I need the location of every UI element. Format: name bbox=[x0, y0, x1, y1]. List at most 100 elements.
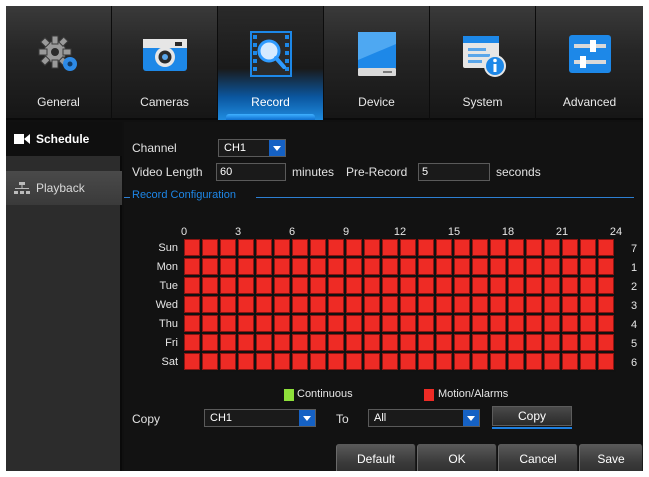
schedule-cell[interactable] bbox=[310, 315, 326, 332]
schedule-cell[interactable] bbox=[598, 334, 614, 351]
tab-device[interactable]: Device bbox=[324, 6, 430, 120]
schedule-cell[interactable] bbox=[544, 334, 560, 351]
schedule-cell[interactable] bbox=[436, 258, 452, 275]
tab-record[interactable]: Record bbox=[218, 6, 324, 120]
schedule-cell[interactable] bbox=[454, 353, 470, 370]
video-length-field[interactable]: 60 bbox=[216, 163, 286, 181]
schedule-cell[interactable] bbox=[382, 258, 398, 275]
schedule-cell[interactable] bbox=[346, 239, 362, 256]
schedule-cell[interactable] bbox=[292, 258, 308, 275]
schedule-cell[interactable] bbox=[382, 296, 398, 313]
schedule-cell[interactable] bbox=[562, 334, 578, 351]
schedule-cell[interactable] bbox=[400, 353, 416, 370]
schedule-cell[interactable] bbox=[490, 239, 506, 256]
schedule-cell[interactable] bbox=[184, 334, 200, 351]
schedule-cell[interactable] bbox=[598, 315, 614, 332]
schedule-cell[interactable] bbox=[382, 334, 398, 351]
schedule-cell[interactable] bbox=[274, 334, 290, 351]
schedule-cell[interactable] bbox=[382, 239, 398, 256]
schedule-cell[interactable] bbox=[220, 315, 236, 332]
schedule-cell[interactable] bbox=[508, 315, 524, 332]
schedule-cell[interactable] bbox=[328, 353, 344, 370]
schedule-cell[interactable] bbox=[418, 258, 434, 275]
schedule-cell[interactable] bbox=[508, 353, 524, 370]
schedule-cell[interactable] bbox=[598, 258, 614, 275]
schedule-cell[interactable] bbox=[580, 315, 596, 332]
schedule-cell[interactable] bbox=[490, 258, 506, 275]
schedule-cell[interactable] bbox=[274, 315, 290, 332]
schedule-cell[interactable] bbox=[292, 277, 308, 294]
schedule-cell[interactable] bbox=[544, 315, 560, 332]
schedule-cell[interactable] bbox=[202, 315, 218, 332]
schedule-cell[interactable] bbox=[418, 296, 434, 313]
schedule-cell[interactable] bbox=[508, 334, 524, 351]
sidebar-item-playback[interactable]: Playback bbox=[6, 171, 122, 205]
schedule-cell[interactable] bbox=[454, 315, 470, 332]
schedule-cell[interactable] bbox=[400, 277, 416, 294]
schedule-cell[interactable] bbox=[418, 353, 434, 370]
schedule-cell[interactable] bbox=[328, 258, 344, 275]
schedule-cell[interactable] bbox=[220, 353, 236, 370]
schedule-cell[interactable] bbox=[400, 258, 416, 275]
tab-cameras[interactable]: Cameras bbox=[112, 6, 218, 120]
schedule-cell[interactable] bbox=[256, 296, 272, 313]
schedule-cell[interactable] bbox=[202, 277, 218, 294]
schedule-cell[interactable] bbox=[274, 277, 290, 294]
schedule-cell[interactable] bbox=[292, 296, 308, 313]
schedule-cell[interactable] bbox=[400, 315, 416, 332]
schedule-cell[interactable] bbox=[346, 353, 362, 370]
copy-button[interactable]: Copy bbox=[492, 406, 572, 426]
schedule-cell[interactable] bbox=[544, 258, 560, 275]
schedule-cell[interactable] bbox=[256, 258, 272, 275]
schedule-cell[interactable] bbox=[274, 239, 290, 256]
schedule-cell[interactable] bbox=[220, 334, 236, 351]
schedule-cell[interactable] bbox=[328, 239, 344, 256]
schedule-cell[interactable] bbox=[382, 277, 398, 294]
schedule-cell[interactable] bbox=[220, 296, 236, 313]
schedule-cell[interactable] bbox=[364, 353, 380, 370]
schedule-cell[interactable] bbox=[526, 277, 542, 294]
schedule-cell[interactable] bbox=[526, 239, 542, 256]
schedule-cell[interactable] bbox=[526, 353, 542, 370]
schedule-grid[interactable] bbox=[184, 239, 616, 372]
copy-from-select[interactable]: CH1 bbox=[204, 409, 316, 427]
schedule-cell[interactable] bbox=[472, 315, 488, 332]
schedule-cell[interactable] bbox=[436, 239, 452, 256]
schedule-cell[interactable] bbox=[292, 353, 308, 370]
schedule-cell[interactable] bbox=[184, 296, 200, 313]
schedule-cell[interactable] bbox=[310, 334, 326, 351]
schedule-cell[interactable] bbox=[472, 277, 488, 294]
schedule-cell[interactable] bbox=[256, 353, 272, 370]
schedule-cell[interactable] bbox=[508, 258, 524, 275]
schedule-cell[interactable] bbox=[238, 258, 254, 275]
schedule-cell[interactable] bbox=[202, 239, 218, 256]
schedule-cell[interactable] bbox=[526, 296, 542, 313]
schedule-cell[interactable] bbox=[202, 296, 218, 313]
schedule-cell[interactable] bbox=[220, 239, 236, 256]
schedule-cell[interactable] bbox=[436, 277, 452, 294]
schedule-cell[interactable] bbox=[184, 353, 200, 370]
sidebar-item-schedule[interactable]: Schedule bbox=[6, 122, 122, 156]
schedule-cell[interactable] bbox=[544, 353, 560, 370]
schedule-cell[interactable] bbox=[454, 296, 470, 313]
schedule-cell[interactable] bbox=[274, 258, 290, 275]
schedule-cell[interactable] bbox=[418, 239, 434, 256]
schedule-cell[interactable] bbox=[382, 315, 398, 332]
schedule-cell[interactable] bbox=[184, 315, 200, 332]
schedule-cell[interactable] bbox=[292, 315, 308, 332]
schedule-cell[interactable] bbox=[472, 353, 488, 370]
schedule-cell[interactable] bbox=[436, 315, 452, 332]
schedule-cell[interactable] bbox=[220, 277, 236, 294]
schedule-cell[interactable] bbox=[508, 296, 524, 313]
schedule-cell[interactable] bbox=[508, 239, 524, 256]
schedule-cell[interactable] bbox=[364, 277, 380, 294]
schedule-cell[interactable] bbox=[472, 334, 488, 351]
copy-to-select[interactable]: All bbox=[368, 409, 480, 427]
schedule-cell[interactable] bbox=[544, 296, 560, 313]
schedule-cell[interactable] bbox=[256, 277, 272, 294]
schedule-cell[interactable] bbox=[328, 334, 344, 351]
schedule-cell[interactable] bbox=[508, 277, 524, 294]
schedule-cell[interactable] bbox=[346, 334, 362, 351]
schedule-cell[interactable] bbox=[526, 334, 542, 351]
schedule-cell[interactable] bbox=[364, 334, 380, 351]
